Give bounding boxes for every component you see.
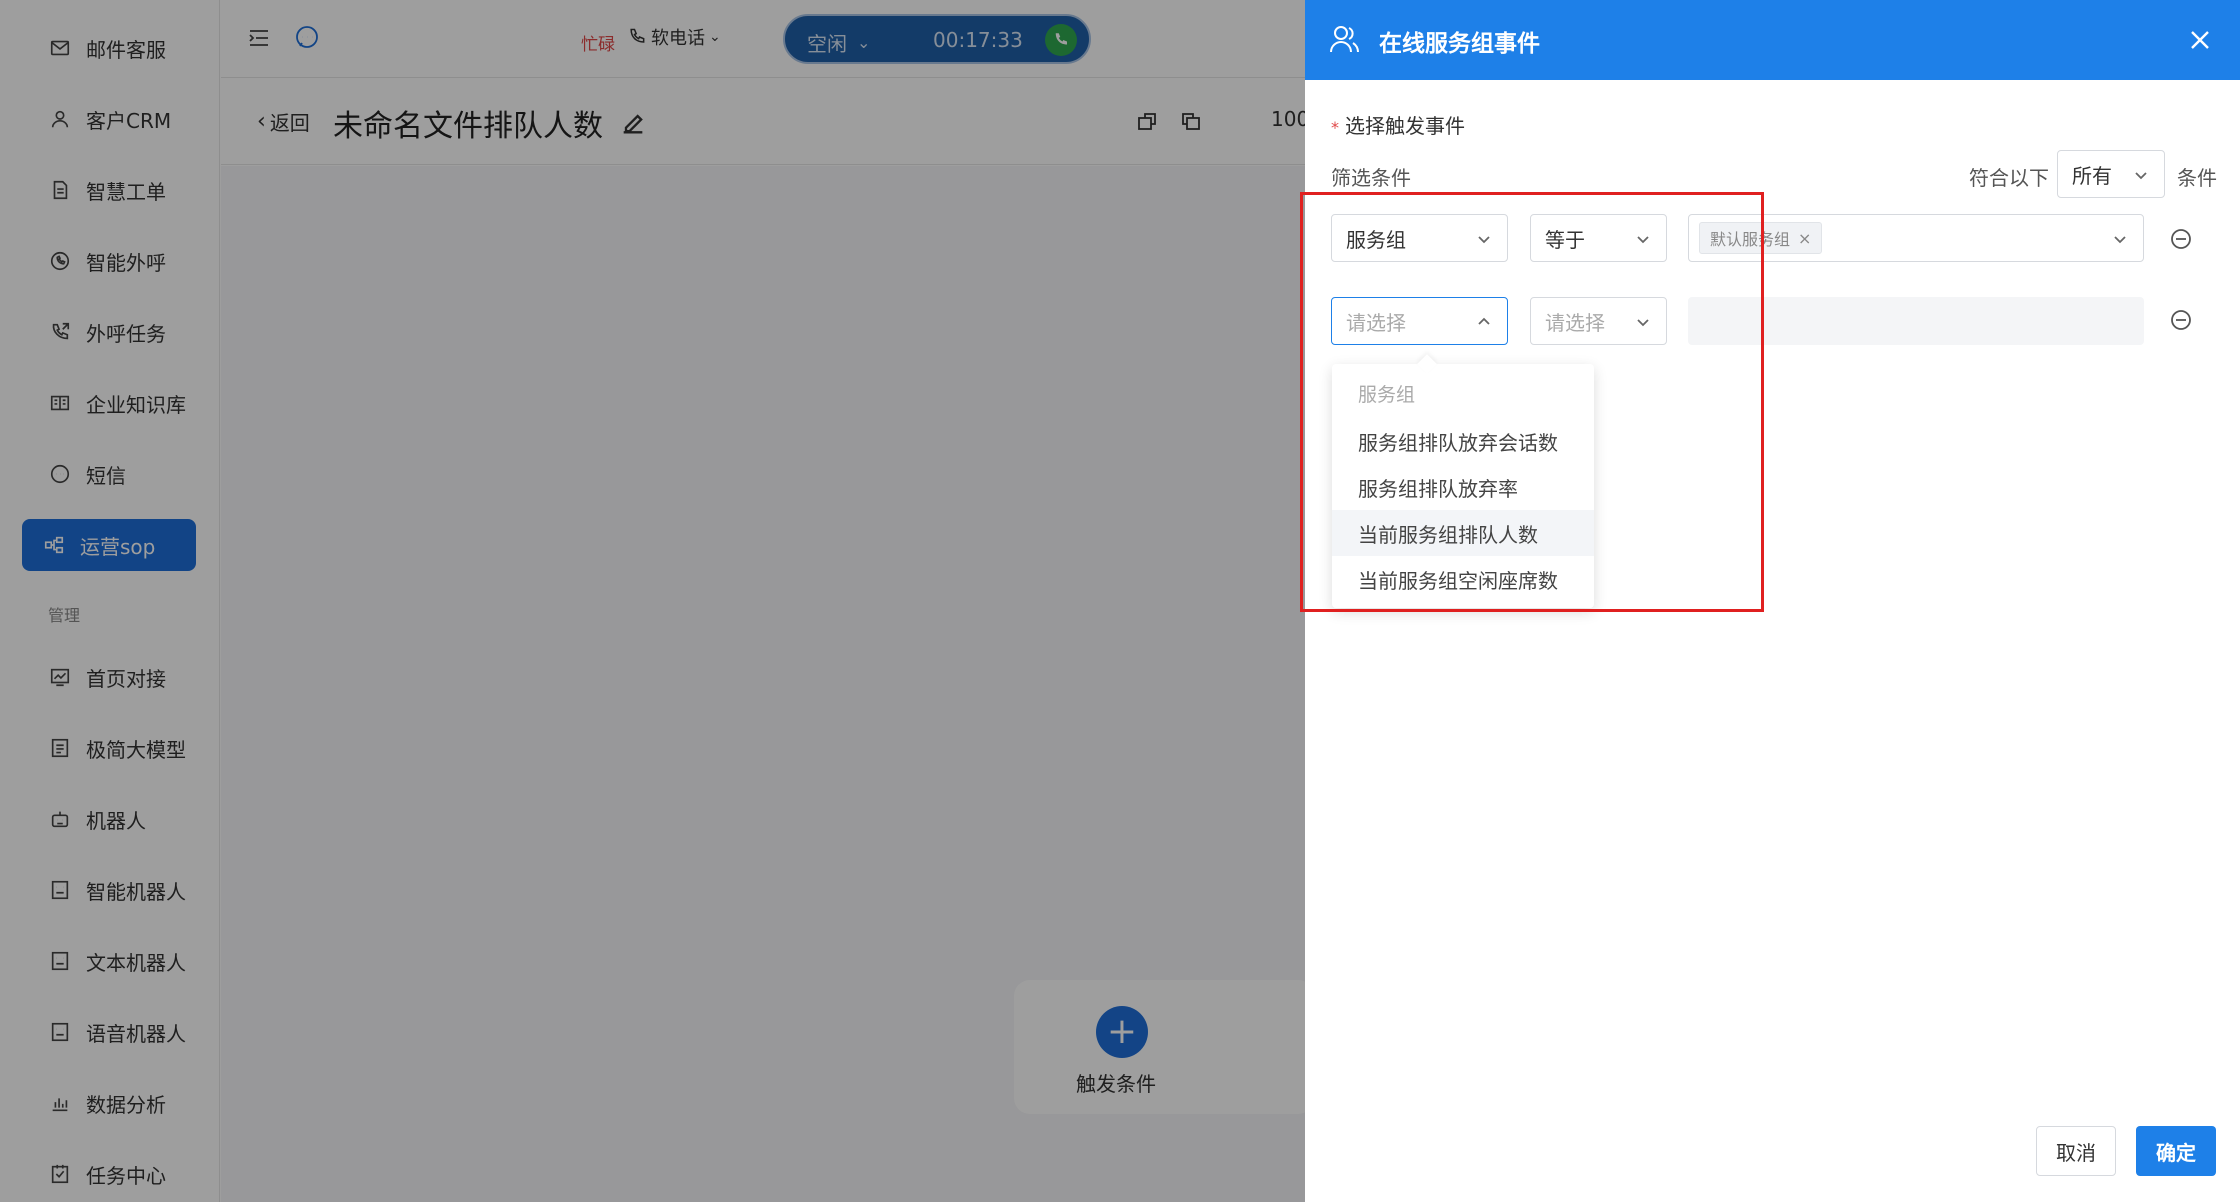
match-mode-value: 所有 [2072, 163, 2112, 188]
annotation-highlight-box [1300, 192, 1764, 612]
close-icon[interactable] [2188, 28, 2212, 52]
chevron-down-icon [2111, 229, 2129, 247]
cancel-button[interactable]: 取消 [2036, 1126, 2116, 1176]
trigger-event-label: * 选择触发事件 [1331, 110, 1465, 139]
remove-row1-icon[interactable] [2170, 228, 2192, 250]
chevron-down-icon [2132, 165, 2150, 183]
drawer-title: 在线服务组事件 [1379, 31, 1540, 57]
trigger-event-text: 选择触发事件 [1345, 114, 1465, 138]
users-icon [1327, 22, 1361, 56]
confirm-button[interactable]: 确定 [2136, 1126, 2216, 1176]
filter-label: 筛选条件 [1331, 166, 1411, 190]
match-suffix: 条件 [2177, 166, 2217, 190]
modal-overlay[interactable] [0, 0, 1305, 1202]
remove-row2-icon[interactable] [2170, 309, 2192, 331]
match-prefix: 符合以下 [1969, 166, 2049, 190]
drawer-header: 在线服务组事件 [1305, 0, 2240, 80]
tag-close-icon[interactable]: × [1798, 229, 1811, 248]
required-marker: * [1331, 118, 1339, 137]
match-mode-select[interactable]: 所有 [2057, 150, 2165, 198]
